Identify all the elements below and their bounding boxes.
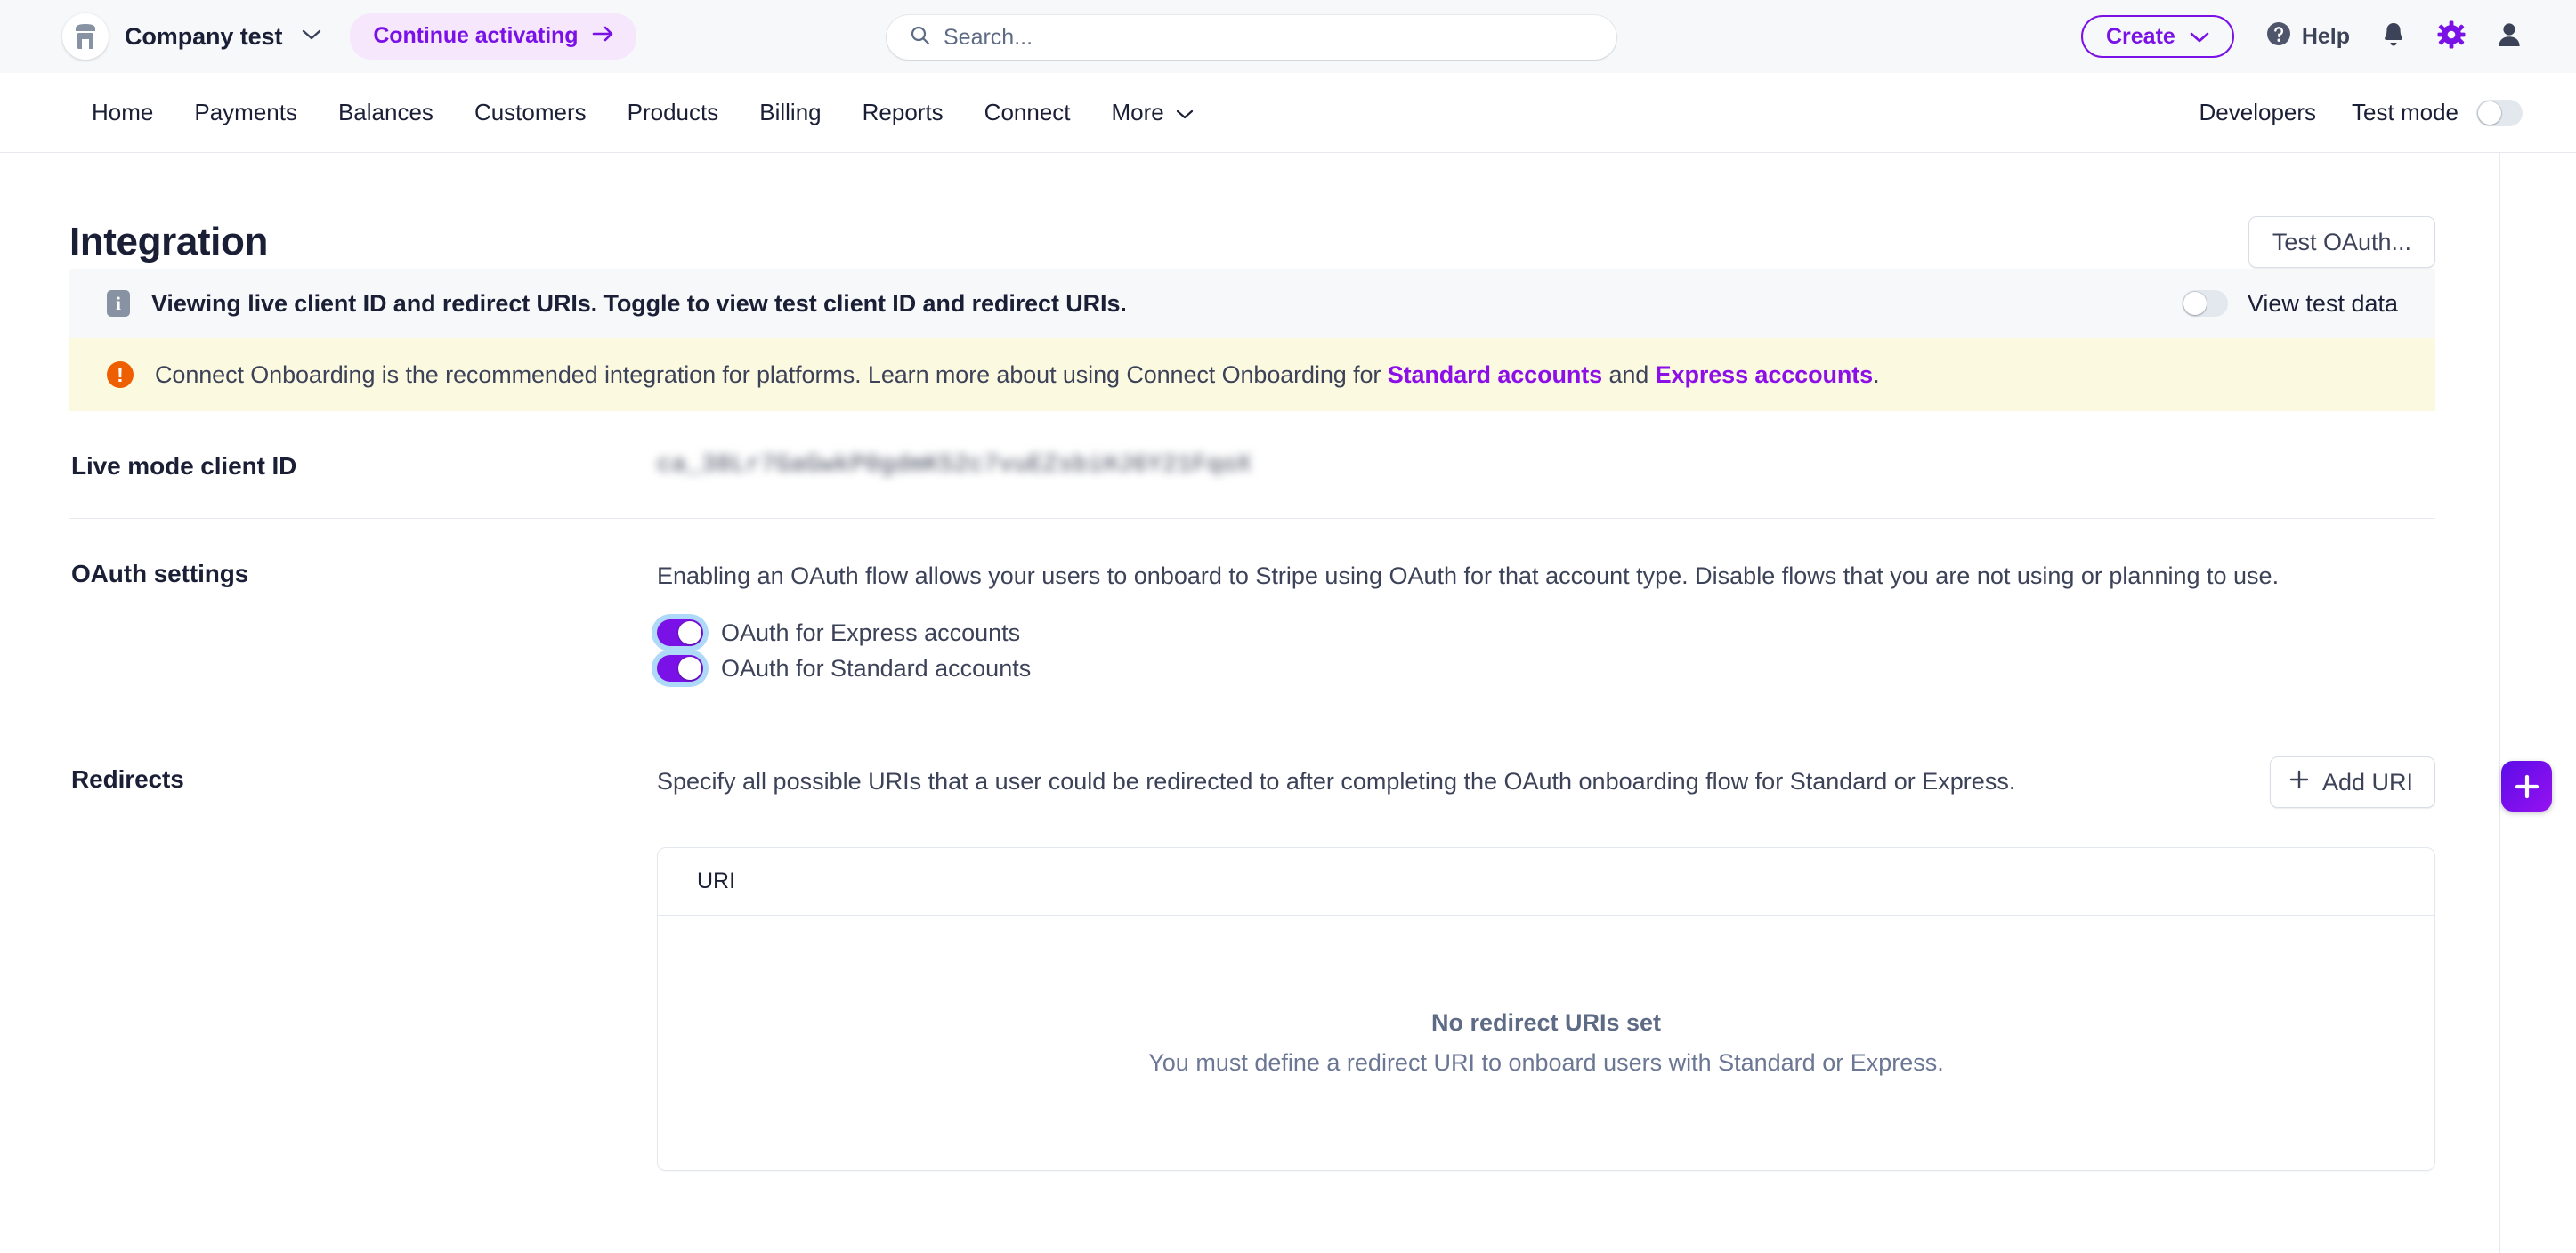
- table-column-header-uri: URI: [658, 848, 2434, 917]
- redirects-label: Redirects: [71, 765, 184, 794]
- top-bar-actions: Create Help: [2080, 15, 2523, 58]
- page-title: Integration: [69, 220, 268, 263]
- oauth-standard-toggle-row: OAuth for Standard accounts: [657, 651, 2435, 686]
- toggle-knob: [678, 657, 701, 681]
- continue-activating-button[interactable]: Continue activating: [350, 13, 637, 60]
- warning-icon: !: [107, 361, 134, 388]
- oauth-standard-toggle[interactable]: [657, 655, 703, 683]
- nav-item-home[interactable]: Home: [71, 99, 174, 126]
- nav-item-balances[interactable]: Balances: [318, 99, 454, 126]
- gear-icon: [2437, 20, 2466, 53]
- arrow-right-icon: [592, 25, 615, 47]
- page-body: Integration Test OAuth... i Viewing live…: [0, 153, 2576, 1253]
- main-navigation: Home Payments Balances Customers Product…: [0, 73, 2576, 153]
- create-button[interactable]: Create: [2080, 15, 2234, 58]
- oauth-settings-label: OAuth settings: [71, 560, 249, 587]
- client-id-body: ca_38Lr7GaGwkP0gdmK52c7vuEZsbiHJ6Y21FqoX: [657, 452, 2435, 481]
- client-id-row: Live mode client ID ca_38Lr7GaGwkP0gdmK5…: [69, 411, 2435, 519]
- right-rail: [2499, 153, 2576, 1253]
- info-icon: i: [107, 290, 130, 317]
- oauth-settings-description: Enabling an OAuth flow allows your users…: [657, 562, 2280, 589]
- oauth-express-toggle[interactable]: [657, 619, 703, 647]
- test-mode-label: Test mode: [2352, 99, 2459, 125]
- plus-icon: [2288, 769, 2310, 796]
- continue-activating-label: Continue activating: [373, 23, 579, 48]
- chevron-down-icon: [302, 28, 321, 45]
- toggle-knob: [2183, 292, 2207, 315]
- warning-text-after: .: [1873, 360, 1880, 388]
- view-test-data-control: View test data: [2181, 289, 2398, 318]
- warning-banner-message: Connect Onboarding is the recommended in…: [155, 360, 1880, 389]
- oauth-toggle-list: OAuth for Express accounts OAuth for Sta…: [657, 615, 2435, 686]
- test-mode-control: Test mode: [2352, 99, 2523, 126]
- redirects-body: Specify all possible URIs that a user co…: [657, 756, 2435, 1172]
- redirects-row: Redirects Specify all possible URIs that…: [69, 724, 2435, 1209]
- help-label: Help: [2301, 23, 2350, 49]
- user-avatar-icon: [2496, 20, 2523, 53]
- chevron-down-icon: [1176, 99, 1194, 126]
- search-icon: [910, 25, 931, 51]
- page-header: Integration Test OAuth...: [69, 153, 2435, 269]
- search-placeholder: Search...: [944, 24, 1033, 50]
- toggle-knob: [678, 621, 701, 645]
- warning-text-before: Connect Onboarding is the recommended in…: [155, 360, 1388, 388]
- nav-item-connect[interactable]: Connect: [964, 99, 1091, 126]
- standard-accounts-link[interactable]: Standard accounts: [1388, 361, 1602, 388]
- nav-item-more-label: More: [1111, 99, 1164, 125]
- settings-button[interactable]: [2437, 20, 2466, 53]
- storefront-glyph: [76, 24, 95, 49]
- quick-add-button[interactable]: [2501, 761, 2552, 812]
- table-empty-state: No redirect URIs set You must define a r…: [658, 916, 2434, 1170]
- store-logo-icon: [62, 13, 109, 60]
- info-banner: i Viewing live client ID and redirect UR…: [69, 269, 2435, 338]
- nav-right-actions: Developers Test mode: [2199, 99, 2523, 126]
- oauth-settings-body: Enabling an OAuth flow allows your users…: [657, 560, 2435, 686]
- add-uri-label: Add URI: [2321, 768, 2413, 796]
- account-name: Company test: [125, 22, 283, 50]
- nav-items: Home Payments Balances Customers Product…: [71, 99, 1214, 126]
- empty-state-subtitle: You must define a redirect URI to onboar…: [1148, 1049, 1944, 1077]
- redirect-uri-table: URI No redirect URIs set You must define…: [657, 847, 2435, 1172]
- test-mode-toggle[interactable]: [2476, 99, 2523, 126]
- redirects-header: Specify all possible URIs that a user co…: [657, 756, 2435, 809]
- account-switcher[interactable]: Company test: [62, 13, 321, 60]
- oauth-settings-row: OAuth settings Enabling an OAuth flow al…: [69, 519, 2435, 725]
- notifications-button[interactable]: [2380, 20, 2407, 53]
- view-test-data-label: View test data: [2247, 289, 2398, 317]
- oauth-standard-label: OAuth for Standard accounts: [721, 654, 1032, 682]
- nav-item-reports[interactable]: Reports: [842, 99, 964, 126]
- nav-item-more[interactable]: More: [1091, 99, 1214, 126]
- warning-text-middle: and: [1602, 360, 1656, 388]
- create-button-label: Create: [2105, 23, 2175, 49]
- client-id-value[interactable]: ca_38Lr7GaGwkP0gdmK52c7vuEZsbiHJ6Y21FqoX: [657, 452, 2435, 479]
- search-input[interactable]: Search...: [887, 15, 1616, 60]
- warning-banner: ! Connect Onboarding is the recommended …: [69, 338, 2435, 411]
- nav-item-developers[interactable]: Developers: [2199, 99, 2317, 126]
- add-uri-button[interactable]: Add URI: [2269, 756, 2435, 809]
- plus-icon: [2515, 774, 2539, 798]
- help-circle-icon: [2264, 20, 2293, 54]
- redirects-description: Specify all possible URIs that a user co…: [657, 768, 2016, 796]
- search-container: Search...: [887, 15, 1616, 60]
- bell-icon: [2380, 20, 2407, 53]
- content-inner: Integration Test OAuth... i Viewing live…: [69, 153, 2435, 1209]
- help-button[interactable]: Help: [2264, 20, 2350, 54]
- oauth-express-label: OAuth for Express accounts: [721, 618, 1021, 646]
- nav-item-payments[interactable]: Payments: [174, 99, 318, 126]
- top-bar: Company test Continue activating Search.…: [0, 0, 2576, 73]
- info-banner-message: Viewing live client ID and redirect URIs…: [151, 289, 1127, 317]
- chevron-down-icon: [2190, 24, 2209, 50]
- client-id-label: Live mode client ID: [71, 452, 297, 480]
- nav-item-products[interactable]: Products: [607, 99, 740, 126]
- oauth-express-toggle-row: OAuth for Express accounts: [657, 615, 2435, 651]
- nav-item-billing[interactable]: Billing: [739, 99, 841, 126]
- user-avatar-button[interactable]: [2496, 20, 2523, 53]
- view-test-data-toggle[interactable]: [2181, 290, 2228, 317]
- nav-item-customers[interactable]: Customers: [454, 99, 607, 126]
- page-content: Integration Test OAuth... i Viewing live…: [0, 153, 2499, 1209]
- express-accounts-link[interactable]: Express acccounts: [1656, 361, 1874, 388]
- empty-state-title: No redirect URIs set: [1430, 1009, 1662, 1037]
- toggle-knob: [2478, 101, 2501, 125]
- test-oauth-button[interactable]: Test OAuth...: [2248, 216, 2435, 268]
